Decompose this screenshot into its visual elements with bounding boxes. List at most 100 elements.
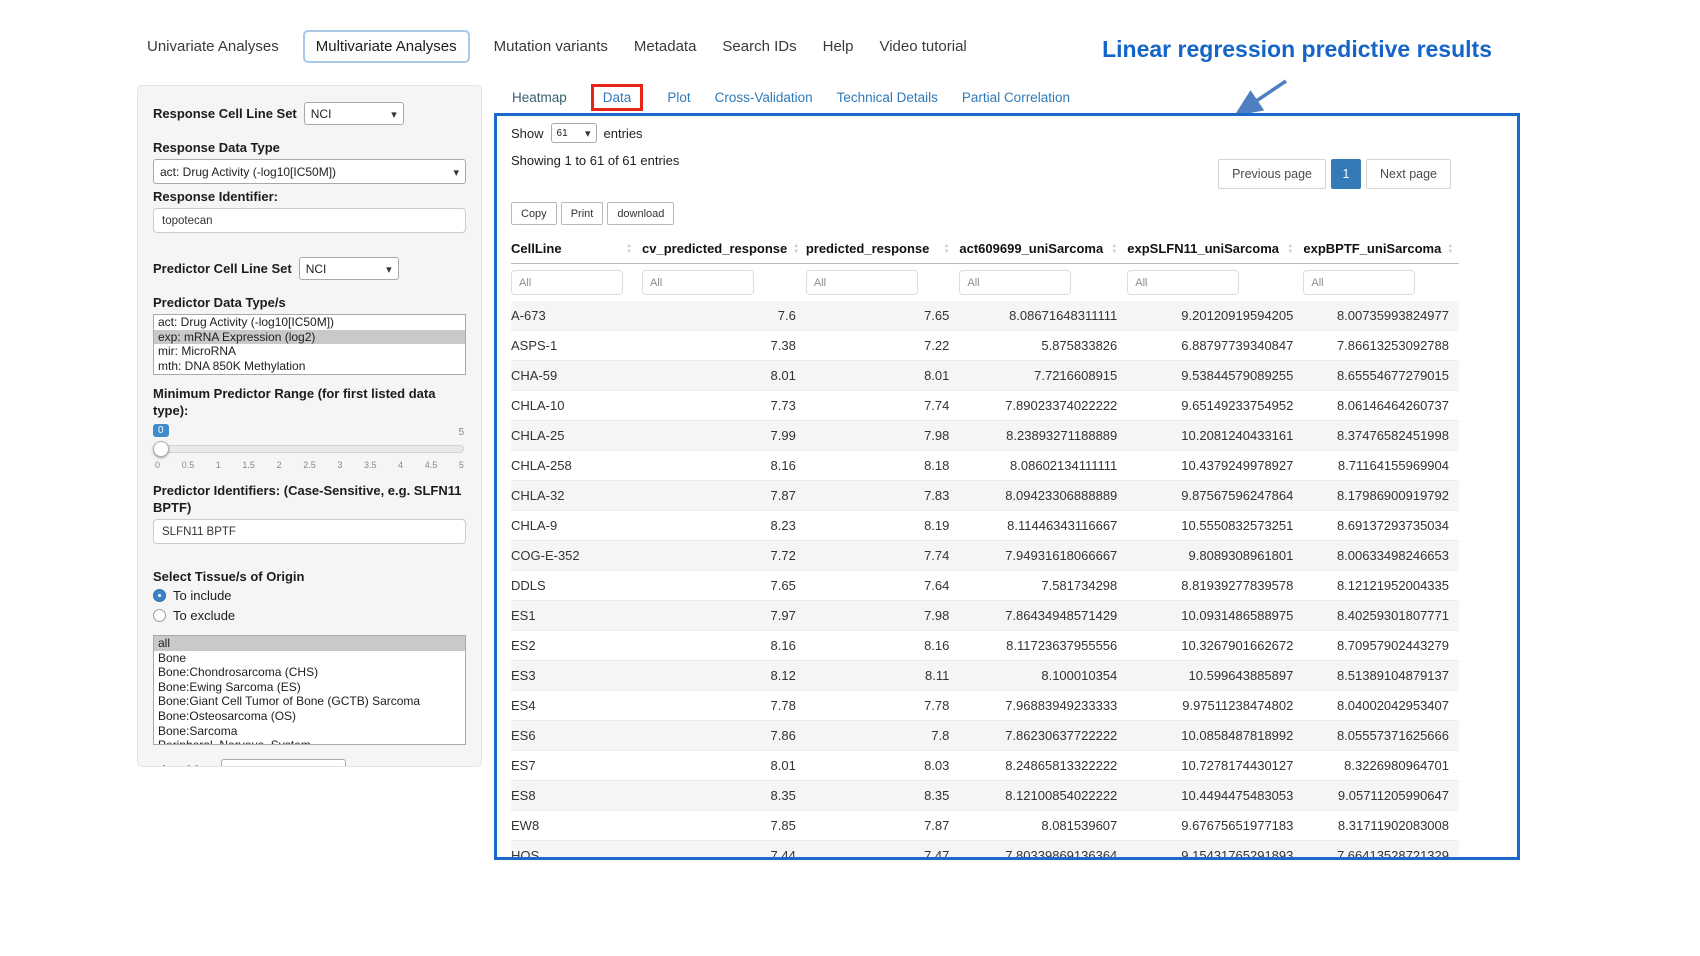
sort-icon[interactable]: [943, 243, 949, 255]
filter-input-act609699-unisarcoma[interactable]: [959, 270, 1071, 295]
listbox-option-exp-mrna-expression-log2[interactable]: exp: mRNA Expression (log2): [154, 330, 465, 345]
predictor-cell-line-set-field: Predictor Cell Line Set NCI: [153, 257, 466, 280]
table-row: CHA-598.018.017.72166089159.538445790892…: [511, 361, 1459, 391]
tab-partial-correlation[interactable]: Partial Correlation: [962, 90, 1070, 105]
table-row: ASPS-17.387.225.8758338266.8879773934084…: [511, 331, 1459, 361]
value-cell: 8.06146464260737: [1303, 391, 1459, 421]
nav-item-video-tutorial[interactable]: Video tutorial: [877, 32, 968, 61]
value-cell: 7.86613253092788: [1303, 331, 1459, 361]
value-cell: 8.65554677279015: [1303, 361, 1459, 391]
predictor-cell-line-set-select[interactable]: NCI: [299, 257, 399, 280]
copy-button[interactable]: Copy: [511, 202, 557, 225]
listbox-option-act-drug-activity-log10-ic50m[interactable]: act: Drug Activity (-log10[IC50M]): [154, 315, 465, 330]
listbox-option-mth-dna-850k-methylation[interactable]: mth: DNA 850K Methylation: [154, 359, 465, 374]
predictor-identifiers-label: Predictor Identifiers: (Case-Sensitive, …: [153, 482, 466, 516]
cellline-cell: ES3: [511, 661, 642, 691]
column-header-act609699-unisarcoma[interactable]: act609699_uniSarcoma: [959, 234, 1127, 264]
column-header-label: act609699_uniSarcoma: [959, 241, 1103, 256]
results-panel: Show 61 entries Showing 1 to 61 of 61 en…: [494, 113, 1520, 860]
entries-count-select[interactable]: 61: [551, 123, 597, 143]
table-filter-row: [511, 264, 1459, 302]
value-cell: 8.04002042953407: [1303, 691, 1459, 721]
listbox-option-peripheral-nervous-system[interactable]: Peripheral_Nervous_System: [154, 738, 465, 745]
listbox-option-bone-chondrosarcoma-chs[interactable]: Bone:Chondrosarcoma (CHS): [154, 665, 465, 680]
value-cell: 8.71164155969904: [1303, 451, 1459, 481]
sort-icon[interactable]: [626, 243, 632, 255]
nav-item-help[interactable]: Help: [821, 32, 856, 61]
column-header-cv-predicted-response[interactable]: cv_predicted_response: [642, 234, 806, 264]
previous-page-button[interactable]: Previous page: [1218, 159, 1326, 189]
showing-text: Showing 1 to 61 of 61 entries: [511, 151, 679, 168]
filter-input-cv-predicted-response[interactable]: [642, 270, 754, 295]
filter-cell: [511, 264, 642, 302]
listbox-option-mir-microrna[interactable]: mir: MicroRNA: [154, 344, 465, 359]
entries-count-value: 61: [557, 128, 568, 139]
value-cell: 8.35: [806, 781, 960, 811]
sort-icon[interactable]: [1111, 243, 1117, 255]
listbox-option-bone[interactable]: Bone: [154, 651, 465, 666]
nav-item-univariate-analyses[interactable]: Univariate Analyses: [145, 32, 281, 61]
column-header-label: CellLine: [511, 241, 562, 256]
tab-cross-validation[interactable]: Cross-Validation: [715, 90, 813, 105]
sort-icon[interactable]: [793, 243, 799, 255]
show-entries-suffix: entries: [604, 126, 643, 141]
value-cell: 8.12121952004335: [1303, 571, 1459, 601]
value-cell: 8.11723637955556: [959, 631, 1127, 661]
slider-tick-label: 3: [337, 460, 342, 470]
tab-plot[interactable]: Plot: [667, 90, 690, 105]
value-cell: 7.96883949233333: [959, 691, 1127, 721]
value-cell: 7.44: [642, 841, 806, 861]
predictor-data-type-listbox[interactable]: act: Drug Activity (-log10[IC50M])exp: m…: [153, 314, 466, 375]
response-cell-line-set-select[interactable]: NCI: [304, 102, 404, 125]
column-header-expbptf-unisarcoma[interactable]: expBPTF_uniSarcoma: [1303, 234, 1459, 264]
value-cell: 7.89023374022222: [959, 391, 1127, 421]
column-header-cellline[interactable]: CellLine: [511, 234, 642, 264]
nav-item-multivariate-analyses[interactable]: Multivariate Analyses: [303, 30, 470, 63]
slider-tick-label: 0: [155, 460, 160, 470]
response-data-type-select[interactable]: act: Drug Activity (-log10[IC50M]): [153, 159, 466, 184]
radio-to-exclude[interactable]: To exclude: [153, 608, 466, 623]
algorithm-select[interactable]: Linear Regression: [221, 759, 346, 767]
value-cell: 8.03: [806, 751, 960, 781]
filter-input-expbptf-unisarcoma[interactable]: [1303, 270, 1415, 295]
nav-item-metadata[interactable]: Metadata: [632, 32, 699, 61]
listbox-option-bone-sarcoma[interactable]: Bone:Sarcoma: [154, 724, 465, 739]
sort-icon[interactable]: [1447, 243, 1453, 255]
filter-input-cellline[interactable]: [511, 270, 623, 295]
value-cell: 8.01: [642, 361, 806, 391]
radio-button-icon: [153, 609, 166, 622]
predictor-identifiers-input[interactable]: [153, 519, 466, 544]
download-button[interactable]: download: [607, 202, 674, 225]
filter-input-expslfn11-unisarcoma[interactable]: [1127, 270, 1239, 295]
tissue-listbox[interactable]: allBoneBone:Chondrosarcoma (CHS)Bone:Ewi…: [153, 635, 466, 745]
listbox-option-all[interactable]: all: [154, 636, 465, 651]
listbox-option-bone-osteosarcoma-os[interactable]: Bone:Osteosarcoma (OS): [154, 709, 465, 724]
listbox-option-bone-giant-cell-tumor-of-bone-gctb-sarcoma[interactable]: Bone:Giant Cell Tumor of Bone (GCTB) Sar…: [154, 694, 465, 709]
slider-track[interactable]: [155, 445, 464, 453]
next-page-button[interactable]: Next page: [1366, 159, 1451, 189]
radio-to-include[interactable]: To include: [153, 588, 466, 603]
sort-icon[interactable]: [1287, 243, 1293, 255]
tab-data[interactable]: Data: [591, 84, 644, 111]
value-cell: 9.15431765291893: [1127, 841, 1303, 861]
slider-value-badge: 0: [153, 424, 169, 437]
tissue-radio-group: To include To exclude: [153, 588, 466, 623]
column-header-expslfn11-unisarcoma[interactable]: expSLFN11_uniSarcoma: [1127, 234, 1303, 264]
listbox-option-bone-ewing-sarcoma-es[interactable]: Bone:Ewing Sarcoma (ES): [154, 680, 465, 695]
nav-item-mutation-variants[interactable]: Mutation variants: [492, 32, 610, 61]
page-1-button[interactable]: 1: [1331, 159, 1361, 189]
column-header-predicted-response[interactable]: predicted_response: [806, 234, 960, 264]
cellline-cell: DDLS: [511, 571, 642, 601]
filter-input-predicted-response[interactable]: [806, 270, 918, 295]
page: Univariate Analyses Multivariate Analyses…: [0, 0, 1700, 956]
tab-technical-details[interactable]: Technical Details: [837, 90, 938, 105]
nav-item-search-ids[interactable]: Search IDs: [720, 32, 798, 61]
slider-handle[interactable]: [153, 441, 169, 457]
print-button[interactable]: Print: [561, 202, 604, 225]
value-cell: 7.85: [642, 811, 806, 841]
tab-heatmap[interactable]: Heatmap: [512, 90, 567, 105]
response-identifier-input[interactable]: [153, 208, 466, 233]
value-cell: 8.35: [642, 781, 806, 811]
min-predictor-range-slider: 0 5 00.511.522.533.544.55: [155, 445, 464, 470]
slider-tick-label: 4.5: [425, 460, 438, 470]
